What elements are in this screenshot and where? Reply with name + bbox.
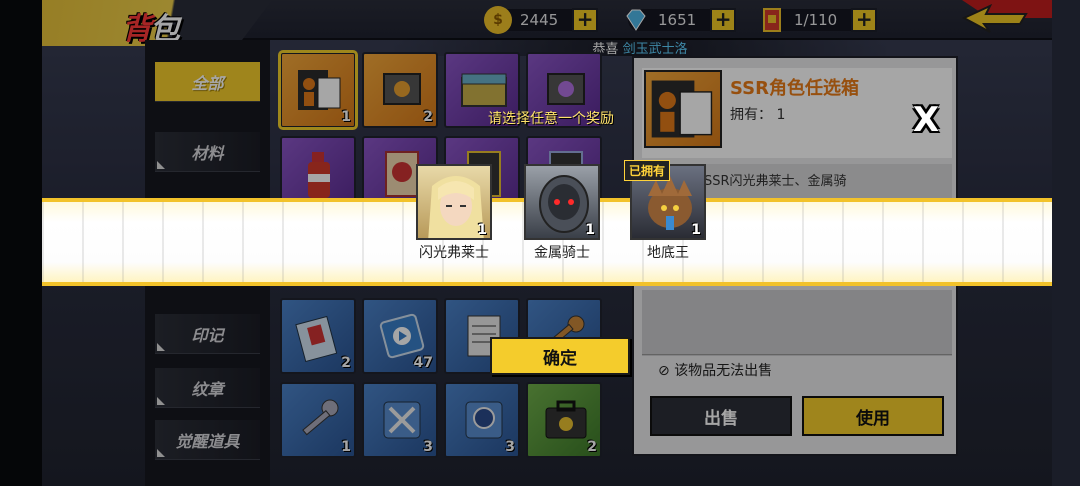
item-count: 2 [423,109,433,125]
inventory-item[interactable]: 1 [278,50,358,130]
own-label: 拥有： [730,107,772,123]
detail-image-area [642,290,952,356]
back-arrow-icon [961,3,1028,33]
corner-triangle-icon [157,161,165,169]
choice-count: 1 [477,222,487,238]
tab-materials[interactable]: 材料 [155,132,260,172]
detail-item-name: SSR角色任选箱 [730,78,859,99]
inventory-item[interactable]: 3 [444,382,520,458]
tab-all-label: 全部 [191,73,224,93]
portrait: 1 [524,164,600,240]
tab-all[interactable]: 全部 [155,62,260,102]
item-count: 47 [413,355,433,371]
use-button[interactable]: 使用 [802,396,944,436]
broadcast-player-name: 剑玉武士洛 [622,42,688,57]
soda-bottle-icon [308,152,330,198]
tab-marks-label: 印记 [191,325,224,345]
add-ticket-button[interactable]: + [851,8,878,32]
diamond-value: 1651 [658,11,697,29]
chest-icon [383,73,421,105]
item-count: 1 [341,109,351,125]
confirm-button[interactable]: 确定 [490,337,630,375]
ticket-pill: 1/110 + [763,8,878,32]
tab-materials-label: 材料 [191,143,224,163]
coin-value: 2445 [520,11,559,29]
inventory-item[interactable]: 1 [280,382,356,458]
item-count: 2 [341,355,351,371]
tab-emblems-label: 纹章 [191,379,224,399]
briefcase-icon [545,400,587,439]
corner-triangle-icon [157,397,165,405]
reward-choice-1[interactable]: 1 闪光弗莱士 [414,164,494,262]
diamond-pill: 1651 + [626,8,737,32]
add-coin-button[interactable]: + [572,8,599,32]
game-screen: 背包 $ 2445 + 1651 + 1/110 + 恭喜 剑玉武士洛 全部 材… [0,0,1080,486]
right-letterbox [1052,0,1080,486]
tab-awakening-items[interactable]: 觉醒道具 [155,420,260,460]
close-button[interactable]: X [906,102,946,138]
tab-emblems[interactable]: 纹章 [155,368,260,408]
choice-name: 闪光弗莱士 [419,245,489,261]
inventory-item[interactable]: 2 [280,298,356,374]
sell-button[interactable]: 出售 [650,396,792,436]
no-sell-text: 该物品无法出售 [674,363,773,379]
reward-choice-2[interactable]: 1 金属骑士 [522,164,602,262]
owned-badge: 已拥有 [624,160,671,181]
own-value: 1 [776,107,786,123]
ticket-icon [758,6,786,34]
inventory-item[interactable]: 47 [362,298,438,374]
detail-own-count: 拥有： 1 [730,104,785,124]
add-diamond-button[interactable]: + [710,8,737,32]
divider [642,354,952,355]
detail-item-image [644,70,722,148]
exp-shield-icon [465,401,503,439]
diamond-icon [622,6,650,34]
inventory-item[interactable]: 2 [362,52,438,128]
no-sell-notice: ⊘ 该物品无法出售 [658,360,772,380]
reward-choice-3[interactable]: 已拥有 1 地底王 [624,160,708,262]
corner-triangle-icon [157,449,165,457]
ticket-card-icon [295,315,338,362]
coin-icon: $ [484,6,512,34]
character-box-icon [651,80,713,138]
inventory-item[interactable]: 3 [362,382,438,458]
inventory-item[interactable]: 2 [526,382,602,458]
exp-swords-icon [383,401,421,439]
choice-name: 金属骑士 [534,245,590,261]
left-letterbox [0,0,42,486]
coin-counter: $ 2445 + [484,6,599,34]
character-box-icon [298,70,341,110]
tab-marks[interactable]: 印记 [155,314,260,354]
no-entry-icon: ⊘ [658,363,670,379]
item-count: 1 [341,439,351,455]
back-button[interactable] [960,3,1030,34]
choice-count: 1 [691,222,701,238]
portrait: 1 [416,164,492,240]
ticket-counter: 1/110 + [763,8,878,32]
coin-pill: $ 2445 + [484,6,599,34]
item-count: 3 [505,439,515,455]
diamond-counter: 1651 + [626,8,737,32]
tab-awakening-label: 觉醒道具 [175,431,240,451]
choice-count: 1 [585,222,595,238]
ticket-value: 1/110 [794,11,838,29]
item-count: 3 [423,439,433,455]
reward-prompt: 请选择任意一个奖励 [488,111,614,127]
corner-triangle-icon [157,343,165,351]
item-count: 2 [587,439,597,455]
silver-key-icon [302,399,339,436]
choice-name: 地底王 [647,245,689,261]
